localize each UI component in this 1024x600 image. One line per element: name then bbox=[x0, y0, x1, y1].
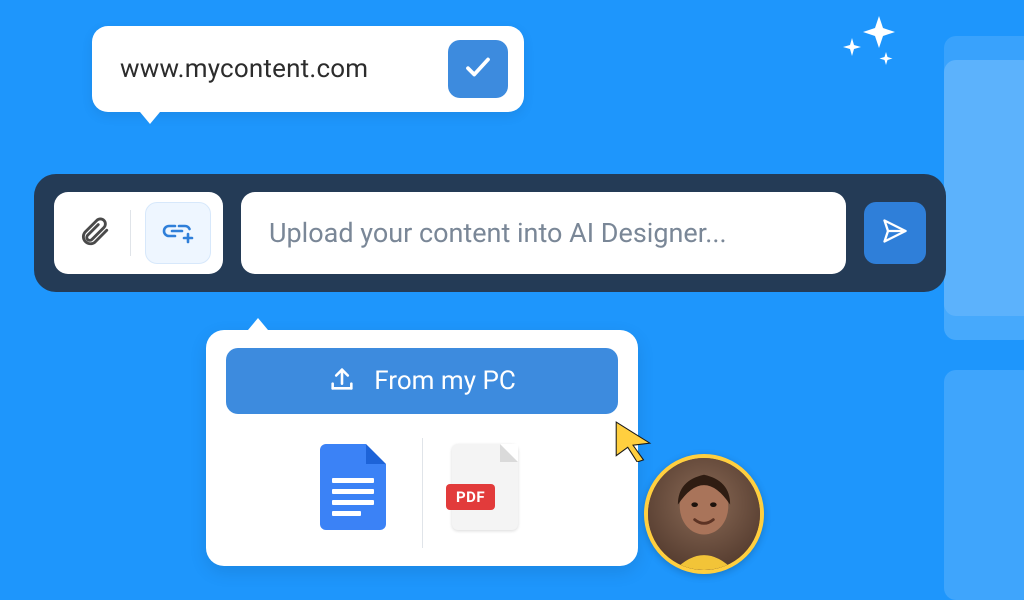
link-plus-icon bbox=[158, 216, 198, 250]
from-my-pc-button[interactable]: From my PC bbox=[226, 348, 618, 414]
pdf-badge: PDF bbox=[446, 484, 495, 510]
file-type-row: PDF bbox=[226, 444, 618, 536]
paperclip-icon bbox=[77, 211, 111, 255]
send-icon bbox=[881, 217, 909, 249]
attachment-group bbox=[54, 192, 223, 274]
divider bbox=[130, 210, 131, 256]
prompt-bar: Upload your content into AI Designer... bbox=[34, 174, 946, 292]
pdf-icon: PDF bbox=[452, 444, 518, 530]
url-input-bubble: www.mycontent.com bbox=[92, 26, 524, 112]
pdf-file-button[interactable]: PDF bbox=[452, 444, 524, 536]
confirm-url-button[interactable] bbox=[448, 40, 508, 98]
check-icon bbox=[463, 52, 493, 86]
avatar bbox=[644, 454, 764, 574]
from-my-pc-label: From my PC bbox=[374, 366, 516, 396]
url-text[interactable]: www.mycontent.com bbox=[120, 54, 430, 84]
decorative-panel bbox=[944, 370, 1024, 600]
add-link-button[interactable] bbox=[145, 202, 211, 264]
doc-icon bbox=[320, 444, 386, 530]
upload-icon bbox=[328, 365, 356, 397]
attach-file-button[interactable] bbox=[72, 211, 116, 255]
prompt-placeholder: Upload your content into AI Designer... bbox=[269, 217, 727, 249]
prompt-input[interactable]: Upload your content into AI Designer... bbox=[241, 192, 846, 274]
decorative-panel bbox=[944, 60, 1024, 340]
upload-source-popover: From my PC PDF bbox=[206, 330, 638, 566]
sparkle-icon bbox=[834, 10, 904, 80]
divider bbox=[422, 438, 423, 548]
google-doc-file-button[interactable] bbox=[320, 444, 392, 536]
send-button[interactable] bbox=[864, 202, 926, 264]
